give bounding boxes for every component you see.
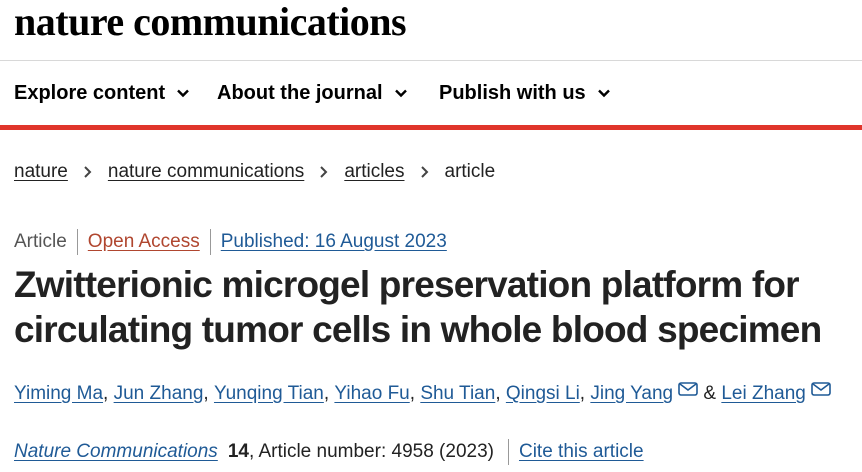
journal-link[interactable]: Nature Communications: [14, 441, 218, 463]
author-separator: ,: [495, 383, 506, 404]
chevron-down-icon: [597, 89, 610, 98]
author-separator: ,: [323, 383, 335, 404]
citation-line: Nature Communications 14 , Article numbe…: [14, 438, 644, 466]
open-access-link[interactable]: Open Access: [88, 231, 200, 253]
author-list: Yiming Ma, Jun Zhang, Yunqing Tian, Yiha…: [14, 380, 831, 408]
author-link[interactable]: Shu Tian: [420, 383, 495, 405]
cite-this-article-link[interactable]: Cite this article: [519, 441, 644, 463]
author-separator: ,: [579, 383, 591, 404]
nav-item-label: Publish with us: [439, 81, 586, 104]
author-link[interactable]: Jun Zhang: [114, 383, 204, 405]
author-link[interactable]: Yunqing Tian: [214, 383, 324, 405]
breadcrumb-current: article: [444, 161, 496, 182]
nav-publish-with-us[interactable]: Publish with us: [439, 61, 612, 125]
meta-divider: [507, 439, 509, 465]
main-nav: Explore content About the journal Publis…: [0, 60, 862, 125]
breadcrumb-link-nature[interactable]: nature: [14, 161, 68, 183]
chevron-right-icon: [420, 166, 428, 178]
meta-divider: [209, 229, 211, 255]
author-link[interactable]: Lei Zhang: [721, 383, 806, 405]
author-separator: ,: [203, 383, 214, 404]
author-link[interactable]: Yiming Ma: [14, 383, 103, 405]
breadcrumb-link-articles[interactable]: articles: [344, 161, 404, 183]
breadcrumb: nature nature communications articles ar…: [14, 158, 495, 186]
nav-about-journal[interactable]: About the journal: [217, 61, 409, 125]
chevron-down-icon: [394, 89, 407, 98]
meta-divider: [76, 229, 78, 255]
author-separator: ,: [103, 383, 114, 404]
nav-item-label: Explore content: [14, 81, 166, 104]
article-title: Zwitterionic microgel preservation platf…: [14, 264, 822, 350]
published-date-link[interactable]: Published: 16 August 2023: [221, 231, 447, 253]
mail-icon[interactable]: [811, 382, 831, 396]
author-link[interactable]: Jing Yang: [590, 383, 673, 405]
chevron-down-icon: [177, 89, 189, 98]
author-separator-final: &: [698, 383, 722, 404]
article-meta: Article Open Access Published: 16 August…: [14, 228, 447, 256]
mail-icon[interactable]: [678, 382, 698, 396]
nav-item-label: About the journal: [217, 81, 383, 104]
breadcrumb-link-nature-communications[interactable]: nature communications: [108, 161, 304, 183]
author-separator: ,: [409, 383, 421, 404]
chevron-right-icon: [320, 166, 328, 178]
volume-number: 14: [227, 441, 249, 462]
author-link[interactable]: Qingsi Li: [506, 383, 580, 405]
journal-logo[interactable]: nature communications: [14, 0, 407, 45]
nav-explore-content[interactable]: Explore content: [14, 61, 191, 125]
article-type: Article: [14, 231, 67, 252]
article-number: , Article number: 4958 (2023): [248, 441, 494, 462]
chevron-right-icon: [84, 166, 92, 178]
accent-bar: [0, 125, 862, 130]
author-link[interactable]: Yihao Fu: [334, 383, 409, 405]
